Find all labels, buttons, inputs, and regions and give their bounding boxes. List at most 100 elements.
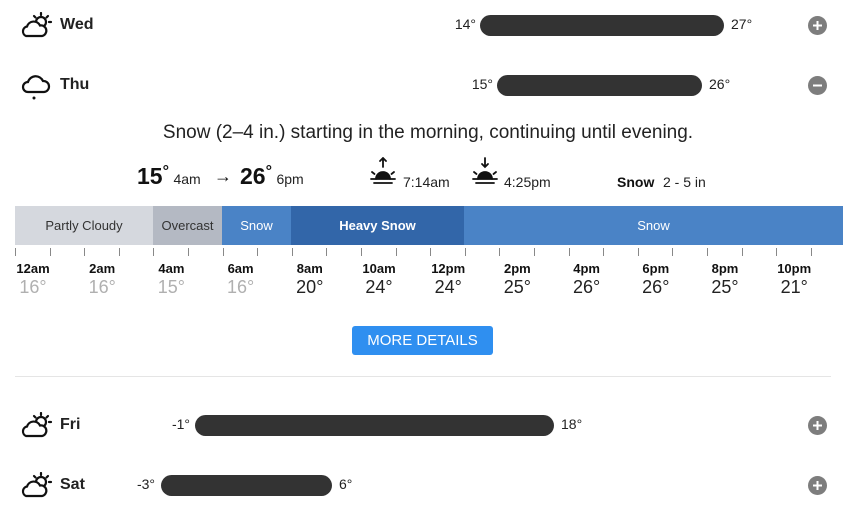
day-row-thu[interactable]: Thu 15° 26°	[0, 66, 856, 106]
hour-tick	[188, 248, 189, 256]
high-temp: 6°	[339, 476, 353, 492]
hour-label: 6pm	[642, 261, 670, 276]
hour-tick	[395, 248, 397, 256]
more-details-button[interactable]: MORE DETAILS	[352, 326, 493, 355]
hour-label: 2pm	[504, 261, 531, 276]
high-temp: 26°	[709, 76, 731, 92]
low-temp: -3°	[136, 476, 155, 492]
hour-label: 6am	[227, 261, 254, 276]
hour-label: 12pm	[431, 261, 466, 276]
degree-symbol: °	[265, 163, 272, 180]
hour-tick	[672, 248, 674, 256]
hour-tick	[810, 248, 812, 256]
day-name: Sat	[60, 476, 85, 493]
hour-tick	[15, 248, 16, 256]
minus-icon	[813, 84, 822, 87]
hour-label: 4pm	[573, 261, 600, 276]
temp-range-bar	[497, 75, 702, 96]
day-name: Thu	[60, 76, 90, 93]
condition-label: Heavy Snow	[339, 218, 416, 233]
sunrise-time: 7:14am	[403, 174, 450, 190]
high-temp-summary: 26° 6pm	[240, 163, 304, 190]
hour-temp: 16°	[88, 277, 116, 297]
day-name: Wed	[60, 16, 94, 33]
hour-temp: 25°	[503, 277, 531, 297]
hour-tick	[464, 248, 466, 256]
temp-range-bar	[161, 475, 332, 496]
hour-temp: 26°	[642, 277, 670, 297]
hour-tick	[118, 248, 120, 256]
high-temp: 27°	[731, 16, 753, 32]
collapse-button[interactable]	[808, 76, 827, 95]
hour-temp: 15°	[157, 277, 185, 297]
high-temp-time: 6pm	[276, 171, 304, 187]
hour-tick	[637, 248, 639, 256]
condition-segment: Snow	[464, 206, 843, 245]
hour-tick	[326, 248, 328, 256]
condition-label: Snow	[240, 218, 273, 233]
hour-temp: 24°	[365, 277, 393, 297]
hour-tick	[153, 248, 155, 256]
hour-label: 2am	[89, 261, 116, 276]
hour-tick	[84, 248, 86, 256]
hour-tick	[257, 248, 259, 256]
hour-temp: 25°	[711, 277, 739, 297]
partly-cloudy-icon	[20, 471, 54, 502]
expand-button[interactable]	[808, 16, 827, 35]
high-temp: 18°	[561, 416, 583, 432]
hour-label: 12am	[16, 261, 50, 276]
hour-label: 10pm	[777, 261, 812, 276]
condition-segment: Partly Cloudy	[15, 206, 153, 245]
hour-tick	[291, 248, 293, 256]
partly-cloudy-icon	[20, 11, 54, 42]
hour-temp: 26°	[572, 277, 601, 297]
low-temp: -1°	[171, 416, 190, 432]
hour-tick	[776, 248, 778, 256]
precip-type: Snow	[617, 174, 655, 190]
hour-tick	[430, 248, 432, 256]
low-temp-summary: 15° 4am	[137, 163, 201, 190]
hour-label: 4am	[158, 261, 185, 276]
condition-segment: Heavy Snow	[291, 206, 464, 245]
hour-temp: 24°	[434, 277, 462, 297]
hour-label: 8am	[296, 261, 323, 276]
temp-range-bar	[195, 415, 554, 436]
temp-range-bar	[480, 15, 724, 36]
hour-tick	[534, 248, 535, 256]
condition-label: Snow	[637, 218, 670, 233]
day-name: Fri	[60, 416, 81, 433]
expand-button[interactable]	[808, 416, 827, 435]
hour-tick	[361, 248, 362, 256]
hour-label: 8pm	[711, 261, 739, 276]
hour-temp: 16°	[19, 277, 47, 297]
expand-button[interactable]	[808, 476, 827, 495]
arrow-icon: →	[214, 166, 232, 186]
condition-segment: Overcast	[153, 206, 222, 245]
plus-icon	[813, 481, 822, 490]
hour-tick	[499, 248, 501, 256]
hour-label: 10am	[362, 261, 396, 276]
day-row-sat[interactable]: Sat -3° 6°	[0, 466, 856, 506]
hour-tick	[741, 248, 743, 256]
temp-sun-precip-stats: 15° 4am → 26° 6pm 7:14am 4:25pm Snow 2 -…	[0, 156, 856, 195]
plus-icon	[813, 21, 822, 30]
day-row-wed[interactable]: Wed 14° 27°	[0, 6, 856, 46]
sunset-time: 4:25pm	[504, 174, 551, 190]
conditions-timeline: Partly Cloudy Overcast Snow Heavy Snow S…	[15, 206, 843, 245]
plus-icon	[813, 421, 822, 430]
condition-label: Overcast	[161, 218, 214, 233]
high-temp-value: 26	[240, 163, 266, 189]
condition-label: Partly Cloudy	[45, 218, 123, 233]
sunset-icon	[470, 157, 500, 187]
hour-temp: 21°	[780, 277, 808, 297]
hour-temp: 20°	[296, 277, 324, 297]
sunrise-icon	[368, 156, 398, 187]
hour-tick	[49, 248, 51, 256]
hour-temp: 16°	[226, 277, 255, 297]
partly-cloudy-icon	[20, 411, 54, 442]
low-temp: 15°	[471, 76, 493, 92]
hour-tick	[222, 248, 224, 256]
degree-symbol: °	[162, 163, 169, 180]
hour-tick	[568, 248, 570, 256]
day-row-fri[interactable]: Fri -1° 18°	[0, 406, 856, 446]
